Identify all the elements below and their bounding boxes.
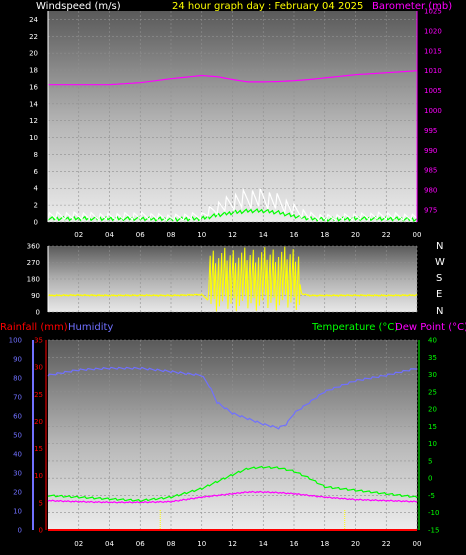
barometer-tick-label: 985	[424, 167, 437, 175]
barometer-tick-label: 990	[424, 147, 437, 155]
windspeed-tick-label: 8	[34, 151, 38, 159]
humidity-tick-label: 0	[18, 527, 22, 535]
time-tick-label: 12	[228, 540, 237, 548]
compass-s: S	[436, 273, 442, 284]
temperature-tick-label: -15	[428, 527, 439, 535]
time-tick-label: 22	[382, 540, 391, 548]
time-tick-label: 12	[228, 231, 237, 239]
time-tick-label: 00	[413, 231, 422, 239]
humidity-tick-label: 10	[13, 508, 22, 516]
time-tick-label: 20	[351, 540, 360, 548]
direction-tick-label: 180	[27, 276, 40, 284]
barometer-tick-label: 980	[424, 187, 437, 195]
humidity-tick-label: 80	[13, 375, 22, 383]
dewpoint-axis-label: Dew Point (°C)	[395, 322, 466, 333]
time-tick-label: 06	[136, 540, 145, 548]
windspeed-tick-label: 20	[29, 50, 38, 58]
barometer-axis-label: Barometer (mb)	[372, 1, 452, 12]
humidity-tick-label: 70	[13, 394, 22, 402]
time-tick-label: 16	[290, 540, 299, 548]
time-tick-label: 02	[74, 231, 83, 239]
windspeed-tick-label: 18	[29, 67, 38, 75]
temperature-tick-label: -5	[428, 492, 435, 500]
temperature-tick-label: 25	[428, 388, 437, 396]
weather-chart: 0246810121416182022249759809859909951000…	[0, 1, 466, 548]
windspeed-tick-label: 22	[29, 33, 38, 41]
time-tick-label: 06	[136, 231, 145, 239]
windspeed-tick-label: 24	[29, 16, 38, 24]
compass-n-top: N	[436, 241, 443, 252]
rainfall-tick-label: 20	[34, 418, 43, 426]
temperature-tick-label: 30	[428, 371, 437, 379]
windspeed-tick-label: 14	[29, 100, 38, 108]
rainfall-tick-label: 0	[39, 527, 43, 535]
humidity-tick-label: 100	[9, 337, 22, 345]
rainfall-tick-label: 10	[34, 472, 43, 480]
direction-tick-label: 360	[27, 243, 40, 251]
barometer-tick-label: 1015	[424, 47, 442, 55]
time-tick-label: 08	[167, 231, 176, 239]
windspeed-tick-label: 0	[34, 219, 38, 227]
windspeed-tick-label: 10	[29, 134, 38, 142]
rainfall-tick-label: 30	[34, 364, 43, 372]
temperature-tick-label: 10	[428, 440, 437, 448]
windspeed-tick-label: 16	[29, 83, 38, 91]
humidity-tick-label: 40	[13, 451, 22, 459]
temperature-tick-label: 40	[428, 337, 437, 345]
time-tick-label: 20	[351, 231, 360, 239]
rainfall-tick-label: 25	[34, 391, 43, 399]
windspeed-tick-label: 12	[29, 117, 38, 125]
time-tick-label: 18	[320, 540, 329, 548]
direction-tick-label: 0	[36, 309, 40, 317]
humidity-tick-label: 60	[13, 413, 22, 421]
time-tick-label: 10	[197, 540, 206, 548]
windspeed-tick-label: 2	[34, 202, 38, 210]
temperature-tick-label: 35	[428, 354, 437, 362]
barometer-tick-label: 1010	[424, 67, 442, 75]
time-tick-label: 10	[197, 231, 206, 239]
chart-title: 24 hour graph day : February 04 2025	[172, 1, 363, 12]
temperature-tick-label: 5	[428, 457, 432, 465]
temperature-tick-label: -10	[428, 509, 439, 517]
time-tick-label: 16	[290, 231, 299, 239]
temperature-axis-label: Temperature (°C)	[311, 322, 398, 333]
time-tick-label: 22	[382, 231, 391, 239]
time-tick-label: 04	[105, 540, 114, 548]
temperature-tick-label: 20	[428, 406, 437, 414]
direction-tick-label: 270	[27, 259, 40, 267]
time-tick-label: 08	[167, 540, 176, 548]
time-tick-label: 04	[105, 231, 114, 239]
barometer-tick-label: 995	[424, 127, 437, 135]
rainfall-tick-label: 35	[34, 337, 43, 345]
time-tick-label: 00	[413, 540, 422, 548]
direction-tick-label: 90	[31, 292, 40, 300]
temperature-tick-label: 15	[428, 423, 437, 431]
time-tick-label: 14	[259, 231, 268, 239]
barometer-tick-label: 975	[424, 207, 437, 215]
temperature-tick-label: 0	[428, 475, 432, 483]
humidity-tick-label: 90	[13, 356, 22, 364]
windspeed-tick-label: 6	[34, 168, 39, 176]
windspeed-tick-label: 4	[34, 185, 39, 193]
humidity-tick-label: 20	[13, 489, 22, 497]
compass-n-bottom: N	[436, 306, 443, 317]
humidity-tick-label: 50	[13, 432, 22, 440]
humidity-tick-label: 30	[13, 470, 22, 478]
windspeed-axis-label: Windspeed (m/s)	[36, 1, 121, 12]
compass-w: W	[435, 257, 445, 268]
time-tick-label: 02	[74, 540, 83, 548]
time-tick-label: 18	[320, 231, 329, 239]
rainfall-axis-label: Rainfall (mm)	[0, 322, 68, 333]
humidity-axis-label: Humidity	[68, 322, 113, 333]
barometer-tick-label: 1000	[424, 107, 442, 115]
barometer-tick-label: 1005	[424, 87, 442, 95]
rainfall-tick-label: 5	[39, 499, 43, 507]
compass-e: E	[436, 289, 442, 300]
rainfall-tick-label: 15	[34, 445, 43, 453]
time-tick-label: 14	[259, 540, 268, 548]
barometer-tick-label: 1020	[424, 27, 442, 35]
